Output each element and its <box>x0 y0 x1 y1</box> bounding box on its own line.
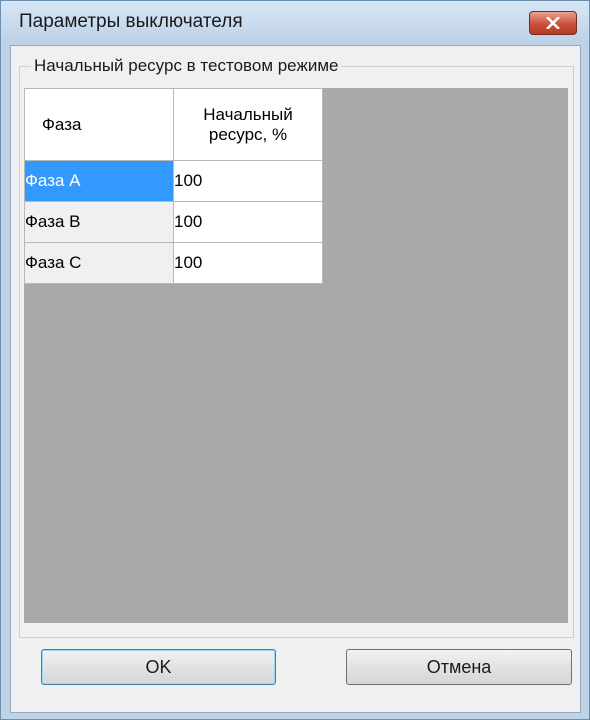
value-cell[interactable]: 100 <box>173 160 323 202</box>
cancel-button[interactable]: Отмена <box>346 649 572 685</box>
resource-table: Фаза Начальный ресурс, % Фаза A 100 Фаза… <box>24 88 323 284</box>
dialog-client-area: Начальный ресурс в тестовом режиме Фаза … <box>10 45 581 713</box>
ok-button[interactable]: OK <box>41 649 276 685</box>
column-header-label: Фаза <box>42 114 82 134</box>
title-bar[interactable]: Параметры выключателя <box>1 1 589 45</box>
column-header-resource[interactable]: Начальный ресурс, % <box>173 88 323 161</box>
row-header-cell[interactable]: Фаза A <box>24 160 174 202</box>
row-header-cell[interactable]: Фаза B <box>24 201 174 243</box>
close-button[interactable] <box>529 11 577 35</box>
table-row[interactable]: Фаза B 100 <box>24 201 323 243</box>
data-grid[interactable]: Фаза Начальный ресурс, % Фаза A 100 Фаза… <box>24 88 568 623</box>
column-header-phase[interactable]: Фаза <box>24 88 174 161</box>
row-header-cell[interactable]: Фаза C <box>24 242 174 284</box>
close-icon <box>546 17 560 29</box>
table-header-row: Фаза Начальный ресурс, % <box>24 88 323 161</box>
value-cell[interactable]: 100 <box>173 242 323 284</box>
table-row[interactable]: Фаза C 100 <box>24 242 323 284</box>
groupbox-title: Начальный ресурс в тестовом режиме <box>31 56 342 76</box>
dialog-window: Параметры выключателя Начальный ресурс в… <box>0 0 590 720</box>
value-cell[interactable]: 100 <box>173 201 323 243</box>
column-header-label: Начальный <box>203 104 293 124</box>
window-title: Параметры выключателя <box>19 11 243 32</box>
table-row[interactable]: Фаза A 100 <box>24 160 323 202</box>
column-header-label: ресурс, % <box>208 124 288 144</box>
